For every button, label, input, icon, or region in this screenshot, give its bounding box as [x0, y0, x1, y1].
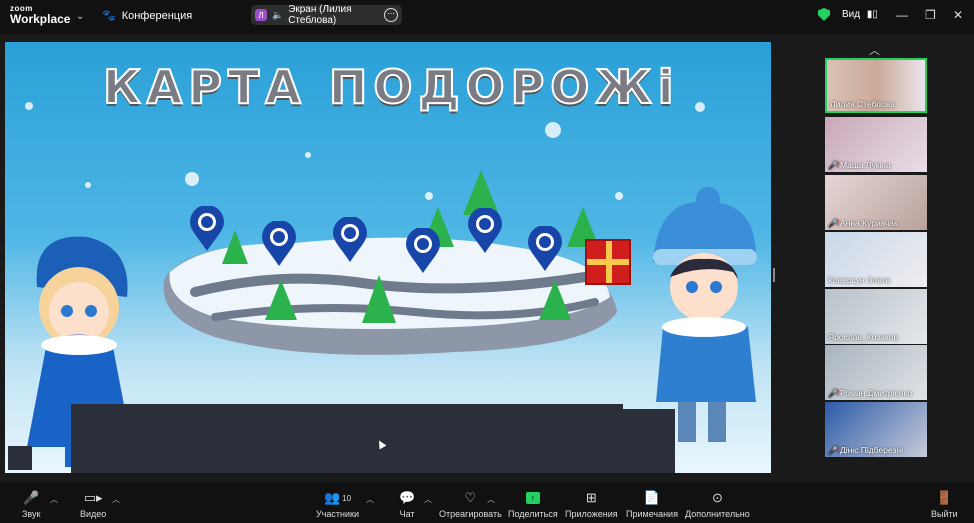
- zoom-logo: zoom Workplace: [10, 5, 71, 26]
- chevron-up-icon[interactable]: ︿: [366, 494, 374, 505]
- panel-resize-handle[interactable]: [773, 268, 775, 282]
- share-screen-icon: ↑: [525, 492, 540, 504]
- participant-tile[interactable]: 🎤̸ Дініс Підберезні: [825, 402, 927, 457]
- participant-tile[interactable]: Коверсун Злата: [825, 232, 927, 287]
- more-label: Дополнительно: [685, 509, 750, 519]
- snowflake: [85, 182, 91, 188]
- participant-name: 🎤̸ Маша Лукіна: [828, 160, 891, 170]
- scroll-up-icon[interactable]: ︿: [869, 42, 880, 58]
- leave-icon: 🚪: [936, 490, 953, 505]
- minimize-icon[interactable]: —: [896, 8, 908, 22]
- audio-button[interactable]: 🎤 Звук: [22, 490, 40, 519]
- paw-icon: 🐾: [102, 10, 116, 22]
- participants-button[interactable]: 👥 10 Участники: [316, 490, 359, 519]
- muted-mic-icon: 🎤̸: [828, 445, 838, 455]
- chevron-up-icon[interactable]: ︿: [424, 494, 432, 505]
- chevron-up-icon[interactable]: ︿: [50, 494, 58, 505]
- participant-name: 🎤̸ Дініс Підберезні: [828, 445, 904, 455]
- meeting-toolbar: 🎤 Звук ︿ ▭▸ Видео ︿ 👥 10 Участники ︿ 💬 Ча…: [0, 482, 974, 523]
- apps-icon: ⊞: [585, 490, 597, 505]
- more-icon: ⊙: [711, 490, 723, 505]
- sharer-avatar: Л: [255, 9, 267, 21]
- snowflake: [695, 102, 705, 112]
- participant-name: 🎤̸ Роман Дмитрієнко: [828, 388, 913, 398]
- leave-label: Выйти: [931, 509, 958, 519]
- participant-tile[interactable]: 🎤̸ Роман Дмитрієнко: [825, 345, 927, 400]
- more-icon[interactable]: ⋯: [384, 8, 398, 22]
- participant-name: 🎤̸ Анна Куривчак: [828, 218, 898, 228]
- participants-icon: 👥 10: [323, 490, 352, 505]
- snowflake: [545, 122, 561, 138]
- gift-icon: [585, 239, 631, 285]
- leave-button[interactable]: 🚪 Выйти: [931, 490, 958, 519]
- notes-label: Примечания: [626, 509, 678, 519]
- share-button[interactable]: ↑ Поделиться: [508, 490, 558, 519]
- chat-label: Чат: [399, 509, 415, 519]
- snowflake: [305, 152, 311, 158]
- participant-name: Коверсун Злата: [828, 275, 891, 285]
- view-button[interactable]: Вид ▮▯: [842, 9, 878, 20]
- muted-mic-icon: 🎤̸: [828, 160, 838, 170]
- conference-label: Конференция: [121, 9, 193, 22]
- view-label: Вид: [842, 9, 861, 20]
- slide-title: КАРТА ПОДОРОЖі: [102, 59, 680, 115]
- apps-button[interactable]: ⊞ Приложения: [565, 490, 618, 519]
- participant-tile[interactable]: Ярослав_Козаков: [825, 289, 927, 344]
- participants-count: 10: [342, 493, 352, 503]
- video-label: Видео: [80, 509, 107, 519]
- audio-label: Звук: [22, 509, 41, 519]
- more-button[interactable]: ⊙ Дополнительно: [685, 490, 750, 519]
- conference-menu[interactable]: 🐾 Конференция: [102, 9, 193, 23]
- participant-tile[interactable]: 🎤̸ Маша Лукіна: [825, 117, 927, 172]
- snowflake: [185, 172, 199, 186]
- tree-icon: [539, 280, 571, 320]
- logo-line-2: Workplace: [10, 12, 71, 26]
- top-bar: zoom Workplace ⌄ 🐾 Конференция Л 🔈 Экран…: [0, 0, 974, 34]
- muted-mic-icon: 🎤̸: [828, 218, 838, 228]
- participants-label: Участники: [316, 509, 359, 519]
- chevron-up-icon[interactable]: ︿: [487, 494, 495, 505]
- shared-screen: КАРТА ПОДОРОЖі: [5, 42, 771, 473]
- hidden-region: [623, 409, 675, 473]
- muted-mic-icon: 🎤: [23, 490, 40, 505]
- muted-mic-icon: 🎤̸: [828, 388, 838, 398]
- chat-button[interactable]: 💬 Чат: [399, 490, 415, 519]
- chevron-up-icon[interactable]: ︿: [112, 494, 120, 505]
- hidden-region: [8, 446, 32, 470]
- tree-icon: [265, 280, 297, 320]
- restore-icon[interactable]: ❐: [925, 8, 936, 22]
- speaker-icon: 🔈: [271, 9, 284, 20]
- map-pin-icon[interactable]: [405, 228, 441, 274]
- video-button[interactable]: ▭▸ Видео: [80, 490, 106, 519]
- participant-tile[interactable]: 🎤̸ Анна Куривчак: [825, 175, 927, 230]
- chat-icon: 💬: [399, 490, 416, 505]
- heart-icon: ♡: [464, 490, 477, 505]
- participant-name: Лилия Стеблова: [830, 99, 895, 109]
- share-label: Поделиться: [508, 509, 558, 519]
- shield-icon[interactable]: [818, 8, 830, 21]
- hidden-region: [71, 404, 623, 473]
- map-pin-icon[interactable]: [527, 226, 563, 272]
- map-pin-icon[interactable]: [467, 208, 503, 254]
- snowflake: [425, 192, 433, 200]
- map-pin-icon[interactable]: [261, 221, 297, 267]
- screen-share-pill[interactable]: Л 🔈 Экран (Лилия Стеблова) ⋯: [251, 4, 402, 26]
- notes-button[interactable]: 📄 Примечания: [626, 490, 678, 519]
- chevron-down-icon[interactable]: ⌄: [76, 11, 84, 22]
- tree-icon: [362, 275, 396, 323]
- apps-label: Приложения: [565, 509, 618, 519]
- view-grid-icon: ▮▯: [866, 9, 878, 20]
- participant-name: Ярослав_Козаков: [828, 332, 899, 342]
- participant-tile[interactable]: Лилия Стеблова: [825, 58, 927, 113]
- map-pin-icon[interactable]: [332, 217, 368, 263]
- map-pin-icon[interactable]: [189, 206, 225, 252]
- notes-icon: 📄: [643, 490, 661, 505]
- react-label: Отреагировать: [439, 509, 502, 519]
- video-camera-icon: ▭▸: [83, 490, 103, 505]
- snowflake: [25, 102, 33, 110]
- close-icon[interactable]: ✕: [953, 8, 963, 22]
- snowflake: [615, 192, 623, 200]
